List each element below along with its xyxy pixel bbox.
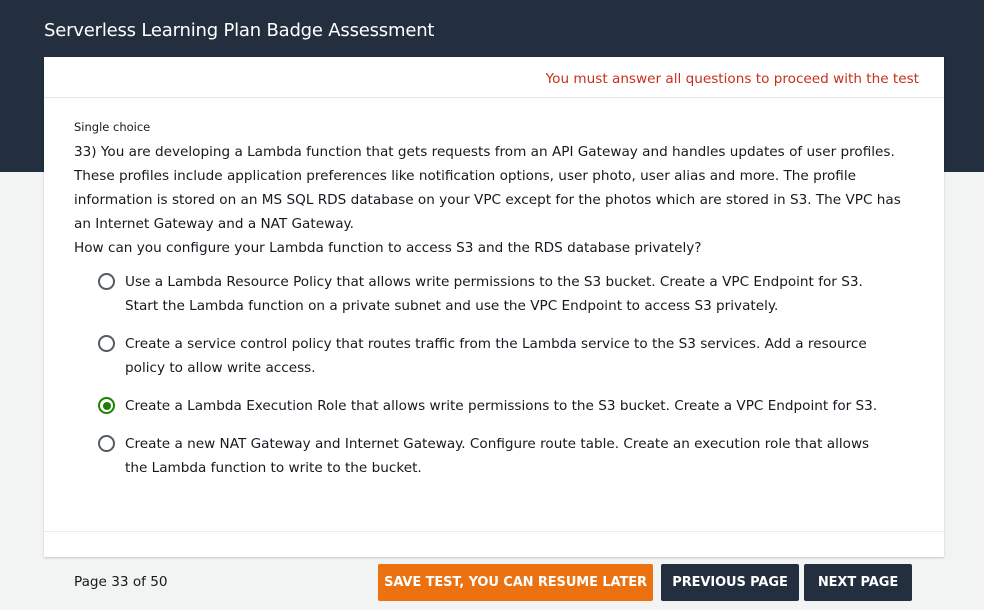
question-prompt: How can you configure your Lambda functi… — [74, 240, 702, 256]
question-body: Single choice 33) You are developing a L… — [44, 98, 944, 480]
previous-page-button[interactable]: PREVIOUS PAGE — [661, 564, 799, 601]
question-card: You must answer all questions to proceed… — [44, 57, 944, 557]
warning-bar: You must answer all questions to proceed… — [44, 57, 944, 98]
answer-option-3[interactable]: Create a Lambda Execution Role that allo… — [98, 394, 914, 418]
page-indicator: Page 33 of 50 — [74, 574, 168, 590]
question-type: Single choice — [74, 120, 151, 134]
page-title: Serverless Learning Plan Badge Assessmen… — [44, 20, 435, 41]
answer-option-1[interactable]: Use a Lambda Resource Policy that allows… — [98, 270, 914, 318]
footer-bar: Page 33 of 50 SAVE TEST, YOU CAN RESUME … — [44, 557, 944, 610]
card-divider — [44, 531, 944, 532]
answer-options: Use a Lambda Resource Policy that allows… — [74, 270, 914, 480]
warning-message: You must answer all questions to proceed… — [545, 71, 919, 87]
radio-button[interactable] — [98, 273, 115, 290]
save-test-button[interactable]: SAVE TEST, YOU CAN RESUME LATER — [378, 564, 653, 601]
answer-option-label[interactable]: Create a Lambda Execution Role that allo… — [125, 394, 877, 418]
answer-option-4[interactable]: Create a new NAT Gateway and Internet Ga… — [98, 432, 914, 480]
answer-option-label[interactable]: Use a Lambda Resource Policy that allows… — [125, 270, 895, 318]
radio-button[interactable] — [98, 435, 115, 452]
question-text: 33) You are developing a Lambda function… — [74, 144, 901, 232]
answer-option-2[interactable]: Create a service control policy that rou… — [98, 332, 914, 380]
radio-button[interactable] — [98, 335, 115, 352]
answer-option-label[interactable]: Create a new NAT Gateway and Internet Ga… — [125, 432, 895, 480]
answer-option-label[interactable]: Create a service control policy that rou… — [125, 332, 895, 380]
next-page-button[interactable]: NEXT PAGE — [804, 564, 912, 601]
radio-button[interactable] — [98, 397, 115, 414]
